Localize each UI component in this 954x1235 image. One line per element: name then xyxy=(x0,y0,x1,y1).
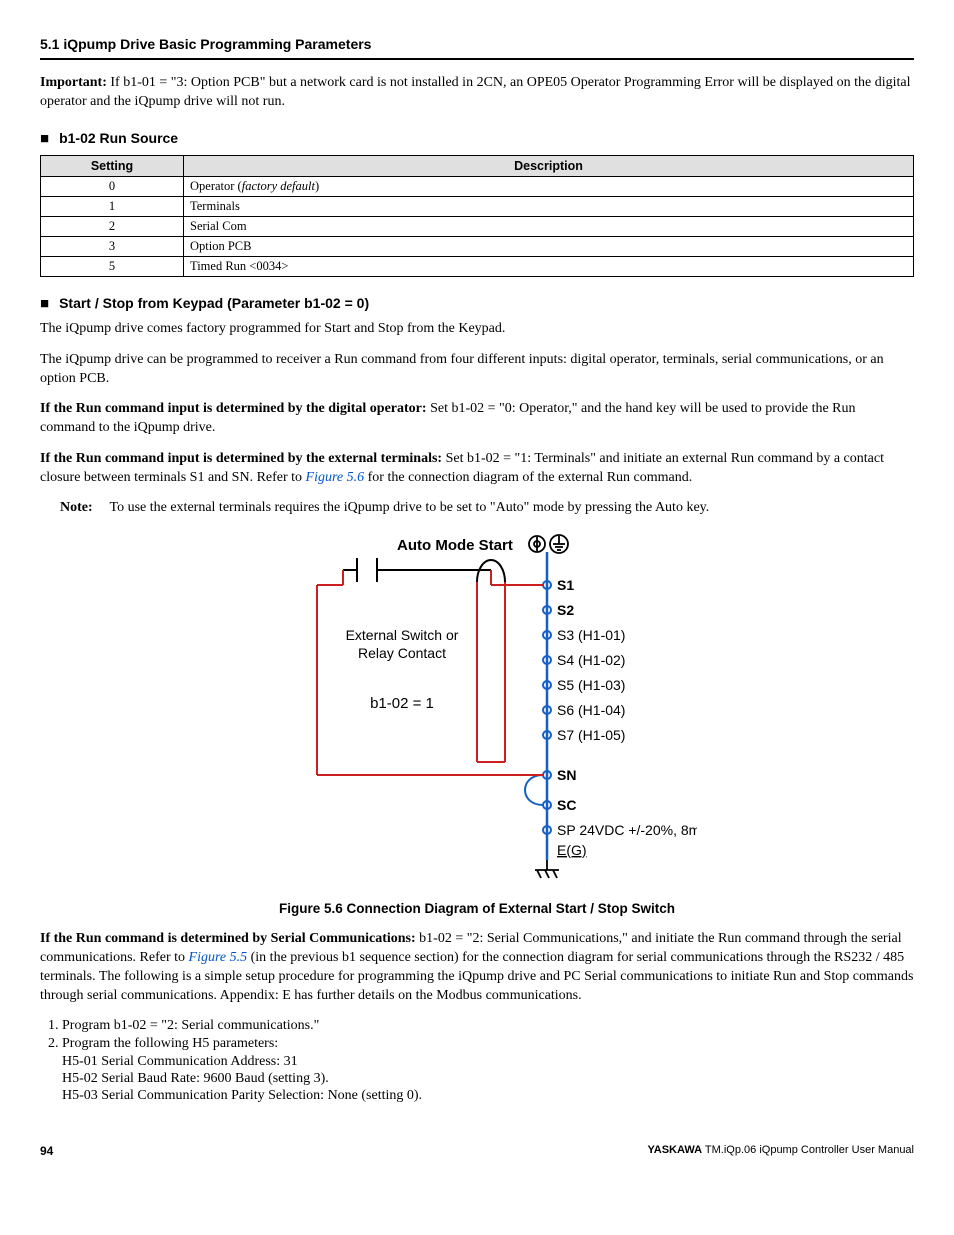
publication-info: YASKAWA TM.iQp.06 iQpump Controller User… xyxy=(647,1144,914,1158)
bullet-icon: ■ xyxy=(40,130,49,147)
table-row: 3 Option PCB xyxy=(41,236,914,256)
label-eg: E(G) xyxy=(557,842,587,858)
substeps: H5-01 Serial Communication Address: 31 H… xyxy=(62,1054,914,1104)
heading-start-stop-text: Start / Stop from Keypad (Parameter b1-0… xyxy=(59,295,369,311)
cell-setting: 5 xyxy=(41,256,184,276)
contact-no xyxy=(357,558,377,582)
cell-setting: 2 xyxy=(41,216,184,236)
figure-link[interactable]: Figure 5.5 xyxy=(189,950,248,965)
th-setting: Setting xyxy=(41,155,184,176)
heading-run-source-text: b1-02 Run Source xyxy=(59,130,178,146)
substep: H5-01 Serial Communication Address: 31 xyxy=(62,1054,914,1070)
cell-desc: Operator (factory default) xyxy=(184,176,914,196)
table-row: 5 Timed Run <0034> xyxy=(41,256,914,276)
label-s6: S6 (H1-04) xyxy=(557,702,625,718)
label-s4: S4 (H1-02) xyxy=(557,652,625,668)
label-s2: S2 xyxy=(557,602,574,618)
substep: H5-02 Serial Baud Rate: 9600 Baud (setti… xyxy=(62,1071,914,1087)
wiring-diagram-svg: Auto Mode Start S1 S2 S3 (H1-01) S4 (H1-… xyxy=(257,530,697,890)
label-s5: S5 (H1-03) xyxy=(557,677,625,693)
bold-lead: If the Run command input is determined b… xyxy=(40,451,442,466)
heading-run-source: ■ b1-02 Run Source xyxy=(40,130,914,147)
bold-lead: If the Run command is determined by Seri… xyxy=(40,931,416,946)
paragraph: The iQpump drive comes factory programme… xyxy=(40,320,914,339)
fig-mid2: Relay Contact xyxy=(358,645,446,661)
important-label: Important: xyxy=(40,75,107,90)
bold-lead: If the Run command input is determined b… xyxy=(40,401,427,416)
cell-setting: 0 xyxy=(41,176,184,196)
run-source-table: Setting Description 0 Operator (factory … xyxy=(40,155,914,277)
ground-icon xyxy=(535,860,559,878)
external-wire xyxy=(317,570,543,775)
th-description: Description xyxy=(184,155,914,176)
cell-desc: Serial Com xyxy=(184,216,914,236)
fig-mid3: b1-02 = 1 xyxy=(370,695,434,712)
steps-list: Program b1-02 = "2: Serial communication… xyxy=(40,1018,914,1052)
section-header: 5.1 iQpump Drive Basic Programming Param… xyxy=(40,36,914,60)
cell-desc: Terminals xyxy=(184,196,914,216)
label-sp: SP 24VDC +/-20%, 8m xyxy=(557,822,697,838)
paragraph: The iQpump drive can be programmed to re… xyxy=(40,351,914,389)
important-text: If b1-01 = "3: Option PCB" but a network… xyxy=(40,75,910,109)
page-footer: 94 YASKAWA TM.iQp.06 iQpump Controller U… xyxy=(40,1144,914,1158)
bullet-icon: ■ xyxy=(40,295,49,312)
cell-setting: 1 xyxy=(41,196,184,216)
cell-setting: 3 xyxy=(41,236,184,256)
fig-title: Auto Mode Start xyxy=(397,537,513,554)
fig-mid1: External Switch or xyxy=(346,627,459,643)
jumper-sc-sn xyxy=(525,775,543,805)
paragraph-serial: If the Run command is determined by Seri… xyxy=(40,930,914,1006)
ground-symbol-icon xyxy=(550,535,568,553)
brand: YASKAWA xyxy=(647,1144,702,1156)
figure-caption: Figure 5.6 Connection Diagram of Externa… xyxy=(40,901,914,916)
heading-start-stop: ■ Start / Stop from Keypad (Parameter b1-… xyxy=(40,295,914,312)
label-sc: SC xyxy=(557,797,576,813)
note: Note: To use the external terminals requ… xyxy=(60,500,914,516)
text: for the connection diagram of the extern… xyxy=(364,470,692,485)
label-s7: S7 (H1-05) xyxy=(557,727,625,743)
paragraph: If the Run command input is determined b… xyxy=(40,450,914,488)
cell-desc-pre: Operator ( xyxy=(190,179,242,193)
important-paragraph: Important: If b1-01 = "3: Option PCB" bu… xyxy=(40,74,914,112)
cell-desc: Timed Run <0034> xyxy=(184,256,914,276)
substep: H5-03 Serial Communication Parity Select… xyxy=(62,1088,914,1104)
pub-rest: TM.iQp.06 iQpump Controller User Manual xyxy=(702,1144,914,1156)
table-row: 2 Serial Com xyxy=(41,216,914,236)
screw-terminal-icon xyxy=(529,536,545,552)
cell-desc-ital: factory default xyxy=(242,179,315,193)
label-s3: S3 (H1-01) xyxy=(557,627,625,643)
list-item: Program b1-02 = "2: Serial communication… xyxy=(62,1018,914,1034)
list-item: Program the following H5 parameters: xyxy=(62,1036,914,1052)
terminal-labels: S1 S2 S3 (H1-01) S4 (H1-02) S5 (H1-03) S… xyxy=(557,577,697,858)
cell-desc: Option PCB xyxy=(184,236,914,256)
note-text: To use the external terminals requires t… xyxy=(110,500,910,516)
figure-5-6: Auto Mode Start S1 S2 S3 (H1-01) S4 (H1-… xyxy=(40,530,914,895)
figure-link[interactable]: Figure 5.6 xyxy=(306,470,365,485)
table-row: 1 Terminals xyxy=(41,196,914,216)
label-sn: SN xyxy=(557,767,576,783)
paragraph: If the Run command input is determined b… xyxy=(40,400,914,438)
table-row: 0 Operator (factory default) xyxy=(41,176,914,196)
page-number: 94 xyxy=(40,1144,53,1158)
cell-desc-post: ) xyxy=(315,179,319,193)
label-s1: S1 xyxy=(557,577,574,593)
note-label: Note: xyxy=(60,500,106,516)
